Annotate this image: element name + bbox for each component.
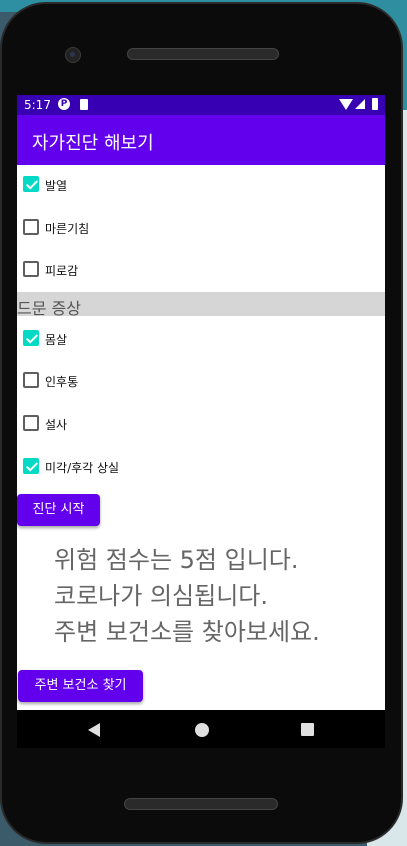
top-speaker xyxy=(127,48,279,60)
checkbox-label: 피로감 xyxy=(45,264,79,278)
wifi-icon xyxy=(339,99,353,110)
sd-card-icon xyxy=(80,99,88,110)
checkbox-checked-icon[interactable] xyxy=(23,176,39,192)
section-header: 드문 증상 xyxy=(17,292,385,318)
back-icon[interactable] xyxy=(88,723,100,737)
section-title: 드문 증상 xyxy=(17,299,81,318)
checkbox-label: 발열 xyxy=(45,179,68,193)
battery-icon xyxy=(372,98,378,110)
cell-signal-icon xyxy=(355,99,365,109)
result-line-1: 위험 점수는 5점 입니다. xyxy=(54,546,299,574)
checkbox-fatigue[interactable]: 피로감 xyxy=(17,257,385,283)
checkbox-unchecked-icon[interactable] xyxy=(23,219,39,235)
camera-icon xyxy=(65,47,81,63)
checkbox-label: 설사 xyxy=(45,418,68,432)
checkbox-unchecked-icon[interactable] xyxy=(23,261,39,277)
result-text: 위험 점수는 5점 입니다. 코로나가 의심됩니다. 주변 보건소를 찾아보세요… xyxy=(54,542,320,650)
checkbox-label: 마른기침 xyxy=(45,222,90,236)
checkbox-taste-smell-loss[interactable]: 미각/후각 상실 xyxy=(17,454,385,480)
checkbox-unchecked-icon[interactable] xyxy=(23,372,39,388)
status-time: 5:17 xyxy=(24,98,51,112)
checkbox-label: 몸살 xyxy=(45,333,68,347)
app-bar: 자가진단 해보기 xyxy=(17,115,385,165)
result-line-3: 주변 보건소를 찾아보세요. xyxy=(54,618,320,646)
checkbox-unchecked-icon[interactable] xyxy=(23,415,39,431)
checkbox-checked-icon[interactable] xyxy=(23,458,39,474)
result-line-2: 코로나가 의심됩니다. xyxy=(54,582,268,610)
find-health-center-button[interactable]: 주변 보건소 찾기 xyxy=(18,670,143,702)
navigation-bar xyxy=(17,710,385,748)
checkbox-diarrhea[interactable]: 설사 xyxy=(17,411,385,437)
checkbox-sore-throat[interactable]: 인후통 xyxy=(17,368,385,394)
checkbox-fever[interactable]: 발열 xyxy=(17,172,385,198)
start-diagnosis-button[interactable]: 진단 시작 xyxy=(17,494,100,526)
app-notification-icon: P xyxy=(58,98,70,110)
checkbox-label: 인후통 xyxy=(45,375,79,389)
checkbox-body-ache[interactable]: 몸살 xyxy=(17,326,385,352)
app-screen: 5:17 P 자가진단 해보기 발열 마른기침 피로감 드문 증상 몸살 인후통… xyxy=(17,95,385,745)
recent-apps-icon[interactable] xyxy=(301,723,314,736)
checkbox-checked-icon[interactable] xyxy=(23,330,39,346)
status-bar: 5:17 P xyxy=(17,95,385,115)
home-icon[interactable] xyxy=(195,723,209,737)
bottom-speaker xyxy=(124,798,278,810)
checkbox-label: 미각/후각 상실 xyxy=(45,461,120,475)
checkbox-dry-cough[interactable]: 마른기침 xyxy=(17,215,385,241)
app-title: 자가진단 해보기 xyxy=(32,133,154,154)
